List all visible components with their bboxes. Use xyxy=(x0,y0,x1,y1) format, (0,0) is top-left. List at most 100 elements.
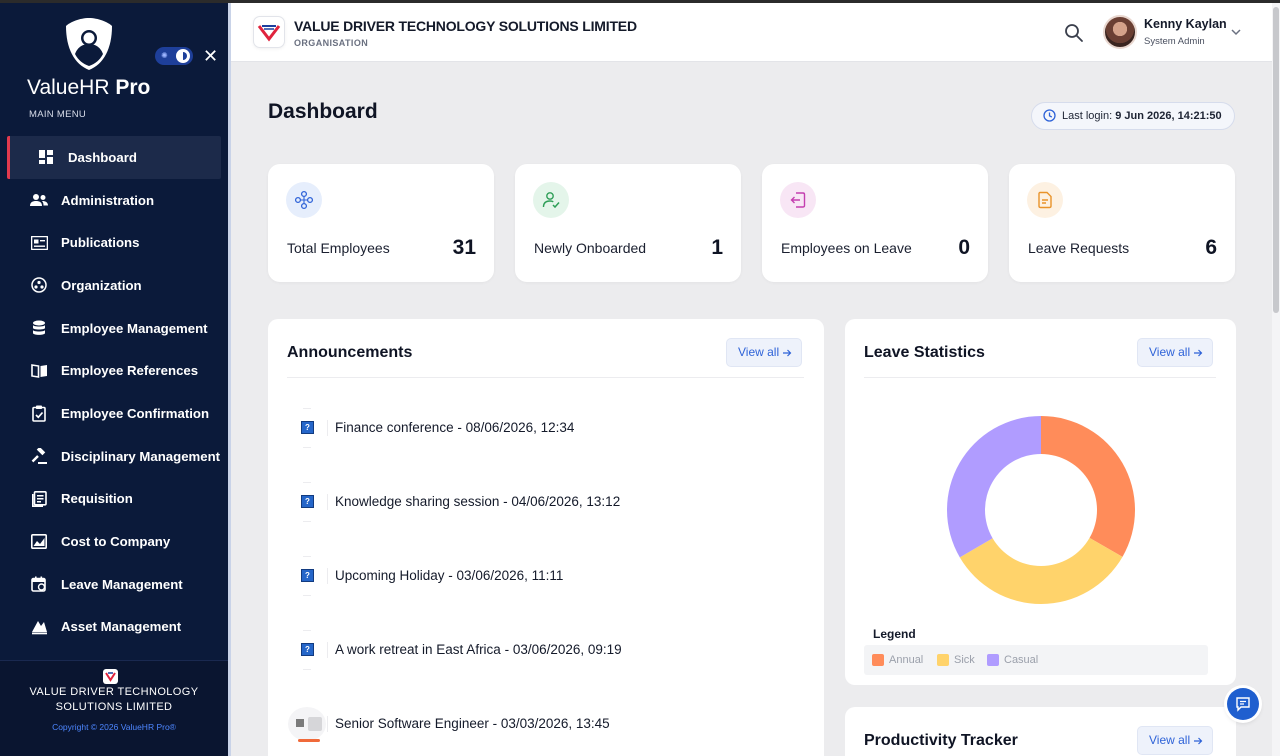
stat-label: Employees on Leave xyxy=(781,240,912,256)
database-icon xyxy=(30,319,48,337)
timeline-line xyxy=(303,630,311,631)
sidebar-item-label: Employee References xyxy=(61,363,199,379)
stat-label: Newly Onboarded xyxy=(534,240,647,256)
legend-swatch xyxy=(987,654,999,666)
productivity-view-all-button[interactable]: View all xyxy=(1137,726,1214,755)
sidebar-item-label: Asset Management xyxy=(61,619,182,635)
sidebar-item-organization[interactable]: Organization xyxy=(0,264,228,307)
leave-donut-chart xyxy=(947,416,1135,604)
legend-swatch xyxy=(937,654,949,666)
announcement-item[interactable]: ? Knowledge sharing session - 04/06/2026… xyxy=(287,482,787,522)
employees-network-icon xyxy=(286,182,322,218)
sun-icon: ✺ xyxy=(161,51,168,60)
sidebar-item-dashboard[interactable]: Dashboard xyxy=(7,136,221,179)
page-title: Dashboard xyxy=(268,100,378,123)
sidebar-item-requisition[interactable]: Requisition xyxy=(0,478,228,521)
legend-item-annual[interactable]: Annual xyxy=(872,653,923,667)
timeline-line xyxy=(303,595,311,596)
sidebar-item-label: Employee Confirmation xyxy=(61,405,210,421)
stat-card-employees-on-leave[interactable]: Employees on Leave 0 xyxy=(762,164,988,282)
donut-slice-casual[interactable] xyxy=(947,416,1041,558)
user-avatar[interactable] xyxy=(1103,15,1137,49)
announcements-title: Announcements xyxy=(287,344,413,361)
user-check-icon xyxy=(533,182,569,218)
theme-toggle[interactable]: ✺ xyxy=(155,47,193,65)
sidebar-item-cost-to-company[interactable]: Cost to Company xyxy=(0,520,228,563)
organization-name: VALUE DRIVER TECHNOLOGY SOLUTIONS LIMITE… xyxy=(294,18,637,34)
announcement-item[interactable]: ? Upcoming Holiday - 03/06/2026, 11:11 xyxy=(287,556,787,596)
timeline-line xyxy=(303,669,311,670)
panel-divider xyxy=(864,377,1216,378)
question-icon: ? xyxy=(301,421,314,434)
sidebar-item-label: Cost to Company xyxy=(61,534,171,550)
announcement-text[interactable]: A work retreat in East Africa - 03/06/20… xyxy=(335,642,622,657)
sidebar-item-disciplinary-management[interactable]: Disciplinary Management xyxy=(0,435,228,478)
exit-door-icon xyxy=(780,182,816,218)
legend-item-casual[interactable]: Casual xyxy=(987,653,1038,667)
moon-icon xyxy=(176,49,190,63)
sidebar-item-publications[interactable]: Publications xyxy=(0,221,228,264)
asset-icon xyxy=(30,618,48,636)
sidebar-item-label: Administration xyxy=(61,192,155,208)
brand-name: ValueHR Pro xyxy=(27,76,151,99)
stat-value: 0 xyxy=(958,236,970,259)
legend-item-sick[interactable]: Sick xyxy=(937,653,975,667)
arrow-right-icon xyxy=(1194,349,1203,357)
announcement-item[interactable]: ? Finance conference - 08/06/2026, 12:34 xyxy=(287,408,787,448)
clipboard-check-icon xyxy=(30,404,48,422)
sidebar-item-label: Leave Management xyxy=(61,576,183,592)
sidebar: ✺ ✕ ValueHR Pro MAIN MENU Dashboard Admi… xyxy=(0,0,228,756)
announcement-text[interactable]: Upcoming Holiday - 03/06/2026, 11:11 xyxy=(335,568,563,583)
organization-subtitle: ORGANISATION xyxy=(294,38,369,48)
user-role: System Admin xyxy=(1144,36,1205,47)
sidebar-item-employee-management[interactable]: Employee Management xyxy=(0,307,228,350)
announcements-view-all-button[interactable]: View all xyxy=(726,338,803,367)
donut-slice-sick[interactable] xyxy=(959,537,1123,604)
close-sidebar-icon[interactable]: ✕ xyxy=(203,46,218,66)
stat-card-total-employees[interactable]: Total Employees 31 xyxy=(268,164,494,282)
id-card-icon xyxy=(30,234,48,252)
panel-divider xyxy=(287,377,804,378)
sidebar-item-label: Requisition xyxy=(61,491,133,507)
chart-image-icon xyxy=(30,533,48,551)
footer-company-name: VALUE DRIVER TECHNOLOGY SOLUTIONS LIMITE… xyxy=(29,686,199,713)
search-icon[interactable] xyxy=(1063,22,1085,44)
user-name[interactable]: Kenny Kaylan xyxy=(1144,17,1227,31)
announcement-text[interactable]: Knowledge sharing session - 04/06/2026, … xyxy=(335,494,620,509)
clock-icon xyxy=(1043,109,1056,122)
announcement-item[interactable]: Senior Software Engineer - 03/03/2026, 1… xyxy=(287,704,787,744)
sidebar-item-employee-references[interactable]: Employee References xyxy=(0,349,228,392)
window-top-strip xyxy=(0,0,1280,3)
announcement-text[interactable]: Senior Software Engineer - 03/03/2026, 1… xyxy=(335,716,610,731)
sidebar-item-label: Dashboard xyxy=(68,149,137,165)
stat-card-leave-requests[interactable]: Leave Requests 6 xyxy=(1009,164,1235,282)
sidebar-item-label: Disciplinary Management xyxy=(61,448,221,464)
donut-slice-annual[interactable] xyxy=(1041,416,1135,557)
sidebar-item-administration[interactable]: Administration xyxy=(0,179,228,222)
stat-card-newly-onboarded[interactable]: Newly Onboarded 1 xyxy=(515,164,741,282)
sidebar-divider xyxy=(228,0,231,756)
item-divider xyxy=(327,494,328,510)
chevron-down-icon[interactable] xyxy=(1229,25,1243,39)
productivity-title: Productivity Tracker xyxy=(864,732,1018,749)
timeline-line xyxy=(303,556,311,557)
sidebar-footer: VALUE DRIVER TECHNOLOGY SOLUTIONS LIMITE… xyxy=(0,660,228,756)
menu-section-title: MAIN MENU xyxy=(29,109,87,120)
chat-button[interactable] xyxy=(1227,688,1259,720)
calendar-icon xyxy=(30,575,48,593)
footer-copyright: Copyright © 2026 ValueHR Pro® xyxy=(52,722,176,732)
announcement-item[interactable]: ? A work retreat in East Africa - 03/06/… xyxy=(287,630,787,670)
item-divider xyxy=(327,568,328,584)
announcement-text[interactable]: Finance conference - 08/06/2026, 12:34 xyxy=(335,420,574,435)
scrollbar-thumb[interactable] xyxy=(1273,7,1279,313)
clipboard-list-icon xyxy=(30,490,48,508)
timeline-line xyxy=(303,482,311,483)
sidebar-item-employee-confirmation[interactable]: Employee Confirmation xyxy=(0,392,228,435)
page-scrollbar[interactable] xyxy=(1272,3,1280,756)
sidebar-item-asset-management[interactable]: Asset Management xyxy=(0,606,228,649)
job-thumbnail xyxy=(288,707,326,742)
users-icon xyxy=(30,191,48,209)
leave-statistics-view-all-button[interactable]: View all xyxy=(1137,338,1214,367)
leave-statistics-panel: Leave Statistics View all Legend Annual … xyxy=(845,319,1236,685)
sidebar-item-leave-management[interactable]: Leave Management xyxy=(0,563,228,606)
